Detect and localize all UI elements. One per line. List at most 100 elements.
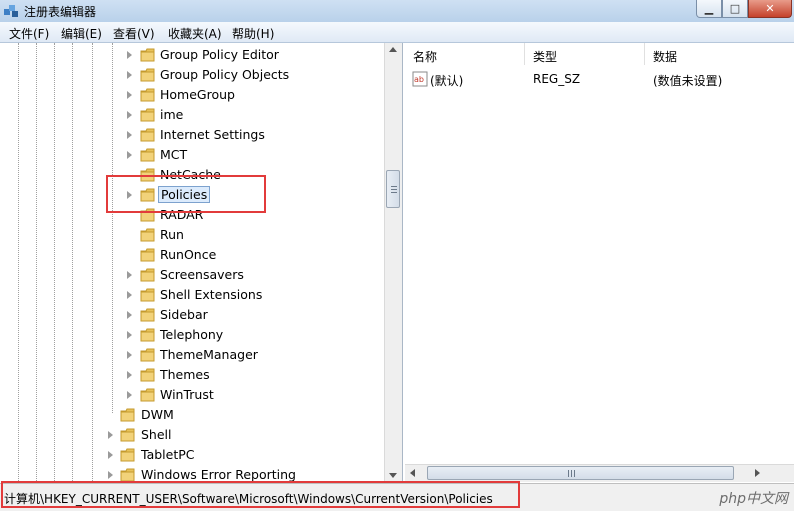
window-title: 注册表编辑器 (24, 5, 97, 19)
tree-item-label: ThemeManager (160, 347, 258, 362)
tree-item[interactable]: Shell (0, 425, 384, 445)
folder-icon (140, 68, 156, 82)
folder-icon (140, 328, 156, 342)
tree-item[interactable]: Group Policy Editor (0, 45, 384, 65)
tree-item[interactable]: Themes (0, 365, 384, 385)
tree-item-label: Run (160, 227, 184, 242)
list-row[interactable]: ab (默认) REG_SZ (数值未设置) (405, 69, 794, 89)
folder-icon (140, 88, 156, 102)
expand-arrow-icon[interactable] (127, 371, 132, 379)
expand-arrow-icon[interactable] (108, 471, 113, 479)
scroll-right-icon[interactable] (755, 469, 760, 477)
tree-item[interactable]: RunOnce (0, 245, 384, 265)
tree-item[interactable]: Run (0, 225, 384, 245)
tree-item[interactable]: DWM (0, 405, 384, 425)
folder-icon (140, 148, 156, 162)
expand-arrow-icon[interactable] (127, 391, 132, 399)
value-data: (数值未设置) (653, 74, 723, 88)
tree-item-label: Internet Settings (160, 127, 265, 142)
minimize-button[interactable]: ▁ (696, 0, 722, 18)
close-icon: ✕ (765, 2, 775, 15)
folder-icon (140, 48, 156, 62)
svg-text:ab: ab (414, 75, 424, 84)
folder-icon (140, 288, 156, 302)
watermark: php中文网 (719, 491, 788, 507)
menu-favorites[interactable]: 收藏夹(A) (168, 25, 222, 42)
scroll-down-icon[interactable] (389, 473, 397, 478)
folder-icon (140, 348, 156, 362)
column-type[interactable]: 类型 (525, 43, 645, 65)
tree-item-label: Shell Extensions (160, 287, 263, 302)
column-data[interactable]: 数据 (645, 43, 794, 65)
tree-item-label: MCT (160, 147, 188, 162)
tree-item-label: Windows Error Reporting (141, 467, 296, 482)
regedit-icon (4, 5, 18, 17)
tree-item-label: RunOnce (160, 247, 217, 262)
expand-arrow-icon[interactable] (127, 91, 132, 99)
expand-arrow-icon[interactable] (127, 131, 132, 139)
expand-arrow-icon[interactable] (127, 331, 132, 339)
tree-item[interactable]: Screensavers (0, 265, 384, 285)
folder-icon (140, 368, 156, 382)
folder-icon (140, 108, 156, 122)
registry-tree[interactable]: Group Policy Editor Group Policy Objects H… (0, 43, 403, 483)
tree-item[interactable]: Telephony (0, 325, 384, 345)
tree-item-label: Themes (160, 367, 210, 382)
expand-arrow-icon[interactable] (127, 111, 132, 119)
expand-arrow-icon[interactable] (127, 271, 132, 279)
maximize-button[interactable]: □ (722, 0, 748, 18)
folder-icon (120, 468, 136, 482)
tree-item-label: ime (160, 107, 184, 122)
menu-edit[interactable]: 编辑(E) (61, 25, 102, 42)
menu-file[interactable]: 文件(F) (9, 25, 49, 42)
list-horizontal-scrollbar[interactable] (405, 464, 794, 482)
tree-item[interactable]: MCT (0, 145, 384, 165)
minimize-icon: ▁ (704, 2, 714, 15)
tree-item[interactable]: Sidebar (0, 305, 384, 325)
tree-item[interactable]: ThemeManager (0, 345, 384, 365)
tree-item-label: Screensavers (160, 267, 244, 282)
tree-item-label: Sidebar (160, 307, 208, 322)
tree-item[interactable]: HomeGroup (0, 85, 384, 105)
value-name: (默认) (430, 74, 464, 88)
tree-item-label: Telephony (160, 327, 224, 342)
highlight-box (1, 481, 520, 508)
folder-icon (140, 128, 156, 142)
scroll-up-icon[interactable] (389, 47, 397, 52)
tree-vertical-scrollbar[interactable] (384, 43, 402, 483)
tree-item-label: WinTrust (160, 387, 214, 402)
menu-help[interactable]: 帮助(H) (232, 25, 274, 42)
title-bar: 注册表编辑器 ▁ □ ✕ (0, 0, 794, 22)
scroll-thumb[interactable] (386, 170, 400, 208)
scroll-left-icon[interactable] (410, 469, 415, 477)
expand-arrow-icon[interactable] (108, 431, 113, 439)
expand-arrow-icon[interactable] (127, 51, 132, 59)
tree-item[interactable]: WinTrust (0, 385, 384, 405)
expand-arrow-icon[interactable] (127, 311, 132, 319)
tree-item-label: Group Policy Objects (160, 67, 290, 82)
folder-icon (140, 228, 156, 242)
tree-item[interactable]: ime (0, 105, 384, 125)
value-list[interactable]: 名称 类型 数据 ab (默认) REG_SZ (数值未设置) (405, 43, 794, 483)
folder-icon (120, 448, 136, 462)
scroll-thumb[interactable] (427, 466, 734, 480)
tree-item[interactable]: TabletPC (0, 445, 384, 465)
folder-icon (140, 248, 156, 262)
expand-arrow-icon[interactable] (108, 451, 113, 459)
tree-item-label: HomeGroup (160, 87, 235, 102)
tree-item[interactable]: Group Policy Objects (0, 65, 384, 85)
menu-bar: 文件(F) 编辑(E) 查看(V) 收藏夹(A) 帮助(H) (0, 22, 794, 43)
highlight-box (106, 175, 266, 213)
expand-arrow-icon[interactable] (127, 151, 132, 159)
expand-arrow-icon[interactable] (127, 291, 132, 299)
maximize-icon: □ (729, 2, 741, 15)
tree-item[interactable]: Internet Settings (0, 125, 384, 145)
tree-item-label: DWM (141, 407, 174, 422)
tree-item[interactable]: Shell Extensions (0, 285, 384, 305)
close-button[interactable]: ✕ (748, 0, 792, 18)
column-name[interactable]: 名称 (405, 43, 525, 65)
expand-arrow-icon[interactable] (127, 351, 132, 359)
string-value-icon: ab (412, 71, 428, 87)
expand-arrow-icon[interactable] (127, 71, 132, 79)
menu-view[interactable]: 查看(V) (113, 25, 155, 42)
